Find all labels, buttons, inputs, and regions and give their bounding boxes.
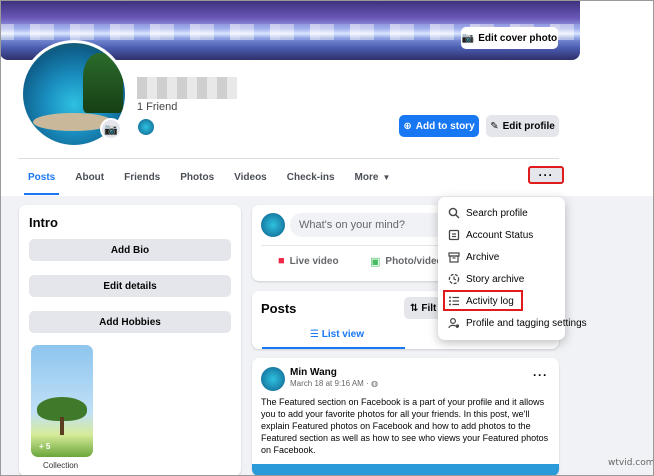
camera-icon: 📷 bbox=[104, 123, 118, 136]
caret-down-icon: ▼ bbox=[382, 172, 391, 182]
filters-label: Filt bbox=[421, 302, 437, 314]
plus-icon: ⊕ bbox=[403, 120, 412, 132]
menu-item-label: Account Status bbox=[466, 229, 534, 241]
filter-icon: ⇅ bbox=[410, 302, 419, 314]
photo-icon: ▣ bbox=[370, 256, 381, 268]
update-profile-picture-button[interactable]: 📷 bbox=[100, 118, 122, 140]
live-video-button[interactable]: ■ Live video bbox=[278, 255, 339, 267]
watermark-text: wtvid.com bbox=[608, 458, 654, 468]
edit-details-button[interactable]: Edit details bbox=[29, 275, 231, 297]
post-body: The Featured section on Facebook is a pa… bbox=[261, 397, 549, 455]
intro-title: Intro bbox=[29, 215, 58, 230]
composer-input[interactable]: What's on your mind? bbox=[290, 213, 450, 237]
video-camera-icon: ■ bbox=[278, 255, 285, 267]
posts-title: Posts bbox=[261, 301, 297, 316]
avatar[interactable] bbox=[261, 367, 285, 391]
camera-icon: 📷 bbox=[461, 32, 475, 44]
post-card: Min Wang March 18 at 9:16 AM · ◍ ··· The… bbox=[252, 358, 559, 476]
post-timestamp[interactable]: March 18 at 9:16 AM · ◍ bbox=[290, 379, 378, 388]
live-video-label: Live video bbox=[289, 255, 339, 267]
post-date-text: March 18 at 9:16 AM · bbox=[290, 379, 369, 388]
tab-about[interactable]: About bbox=[65, 159, 114, 195]
photo-video-button[interactable]: ▣ Photo/video bbox=[370, 255, 443, 268]
list-view-tab[interactable]: ☰ List view bbox=[310, 329, 364, 340]
edit-profile-label: Edit profile bbox=[502, 120, 555, 132]
account-status-icon bbox=[447, 229, 460, 242]
menu-item-account-status[interactable]: Account Status bbox=[447, 226, 533, 244]
add-bio-button[interactable]: Add Bio bbox=[29, 239, 231, 261]
list-icon: ☰ bbox=[310, 329, 319, 340]
menu-item-profile-tagging-settings[interactable]: Profile and tagging settings bbox=[447, 314, 587, 332]
menu-item-story-archive[interactable]: Story archive bbox=[447, 270, 524, 288]
menu-item-search-profile[interactable]: Search profile bbox=[447, 204, 528, 222]
menu-item-archive[interactable]: Archive bbox=[447, 248, 499, 266]
archive-icon bbox=[447, 251, 460, 264]
edit-profile-button[interactable]: ✎ Edit profile bbox=[486, 115, 559, 137]
tab-more[interactable]: More ▼ bbox=[345, 159, 401, 195]
more-options-button[interactable]: ··· bbox=[528, 166, 564, 184]
tab-more-label: More bbox=[354, 171, 379, 183]
pencil-icon: ✎ bbox=[490, 120, 499, 132]
collection-label: Collection bbox=[43, 461, 79, 470]
profile-name-pixelated bbox=[137, 77, 237, 99]
tab-photos[interactable]: Photos bbox=[170, 159, 224, 195]
menu-item-label: Story archive bbox=[466, 273, 525, 285]
tag-settings-icon bbox=[447, 317, 460, 330]
tab-friends[interactable]: Friends bbox=[114, 159, 170, 195]
tree-trunk-decoration bbox=[60, 417, 64, 435]
avatar[interactable] bbox=[261, 213, 285, 237]
post-author[interactable]: Min Wang bbox=[290, 367, 337, 378]
tab-videos[interactable]: Videos bbox=[224, 159, 277, 195]
add-hobbies-button[interactable]: Add Hobbies bbox=[29, 311, 231, 333]
list-view-active-indicator bbox=[262, 347, 405, 349]
friends-count[interactable]: 1 Friend bbox=[137, 101, 177, 113]
photo-video-label: Photo/video bbox=[385, 256, 443, 267]
activity-log-highlight-box bbox=[443, 290, 523, 311]
collection-thumbnail[interactable]: + 5 bbox=[31, 345, 93, 457]
globe-icon: ◍ bbox=[370, 379, 378, 388]
intro-card: Intro Add Bio Edit details Add Hobbies +… bbox=[19, 205, 241, 476]
add-story-label: Add to story bbox=[415, 120, 475, 132]
tab-posts[interactable]: Posts bbox=[18, 159, 65, 195]
more-options-menu: Search profile Account Status Archive St… bbox=[438, 197, 587, 340]
post-options-button[interactable]: ··· bbox=[533, 368, 548, 382]
list-view-label: List view bbox=[321, 329, 364, 340]
story-archive-icon bbox=[447, 273, 460, 286]
avatar-trees-decoration bbox=[83, 53, 123, 113]
menu-item-label: Archive bbox=[466, 251, 500, 263]
menu-item-label: Search profile bbox=[466, 207, 528, 219]
friend-avatar[interactable] bbox=[137, 118, 155, 136]
edit-cover-photo-button[interactable]: 📷 Edit cover photo bbox=[461, 27, 558, 49]
tab-check-ins[interactable]: Check-ins bbox=[277, 159, 345, 195]
search-icon bbox=[447, 207, 460, 220]
profile-tabs: Posts About Friends Photos Videos Check-… bbox=[18, 159, 400, 195]
collection-count: + 5 bbox=[39, 442, 51, 451]
edit-cover-label: Edit cover photo bbox=[478, 32, 558, 44]
post-image[interactable] bbox=[252, 464, 559, 476]
add-to-story-button[interactable]: ⊕ Add to story bbox=[399, 115, 479, 137]
menu-item-label: Profile and tagging settings bbox=[466, 317, 587, 329]
